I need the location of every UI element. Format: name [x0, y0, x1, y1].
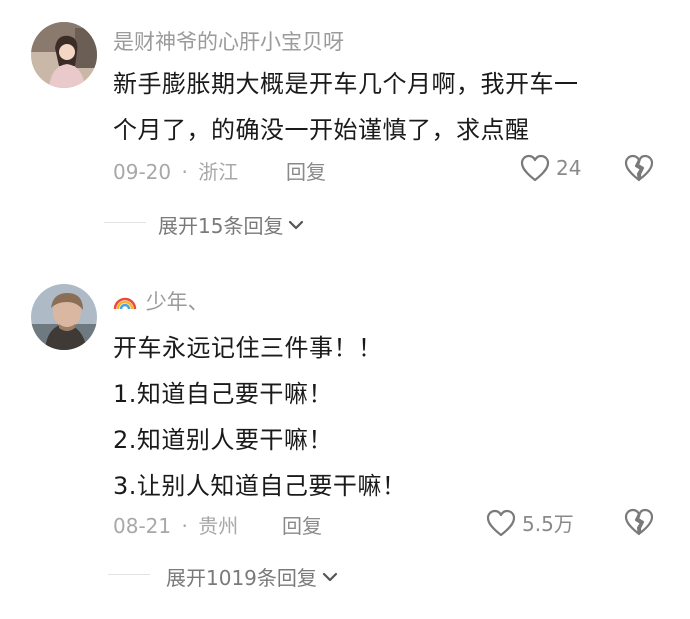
comment-date: 08-21 [113, 514, 172, 538]
expand-divider [104, 222, 146, 223]
comment-meta: 09-20 · 浙江 [113, 156, 238, 185]
heart-icon [486, 509, 516, 536]
chevron-down-icon [289, 220, 304, 229]
username-text: 少年、 [145, 290, 209, 314]
expand-replies-button[interactable]: 展开1019条回复 [166, 562, 339, 591]
meta-separator: · [181, 160, 188, 184]
comment-text-line: 新手膨胀期大概是开车几个月啊，我开车一 [113, 70, 579, 98]
like-count: 5.5万 [522, 512, 574, 536]
comment-text-line: 1.知道自己要干嘛！ [113, 380, 333, 408]
rainbow-icon [113, 290, 144, 314]
username[interactable]: 少年、 [113, 286, 209, 316]
comment-meta: 08-21 · 贵州 [113, 510, 238, 539]
comment-item: 少年、 开车永远记住三件事！！ 1.知道自己要干嘛！ 2.知道别人要干嘛！ 3.… [0, 260, 690, 619]
broken-heart-icon [624, 154, 654, 182]
comment-text-line: 3.让别人知道自己要干嘛！ [113, 472, 407, 500]
dislike-button[interactable] [624, 508, 654, 536]
expand-divider [108, 574, 150, 575]
avatar-photo-icon [31, 284, 97, 350]
meta-separator: · [181, 514, 188, 538]
reply-button[interactable]: 回复 [282, 510, 322, 539]
like-count: 24 [556, 156, 582, 180]
dislike-button[interactable] [624, 154, 654, 182]
comment-date: 09-20 [113, 160, 172, 184]
comment-text-line: 开车永远记住三件事！！ [113, 334, 383, 362]
like-button[interactable]: 24 [520, 154, 581, 182]
comment-item: 是财神爷的心肝小宝贝呀 新手膨胀期大概是开车几个月啊，我开车一 个月了，的确没一… [0, 0, 690, 260]
avatar[interactable] [31, 284, 97, 350]
comment-location: 贵州 [198, 514, 239, 538]
avatar[interactable] [31, 22, 97, 88]
heart-icon [520, 154, 550, 182]
expand-replies-label: 展开15条回复 [158, 214, 284, 238]
comment-text-line: 2.知道别人要干嘛！ [113, 426, 333, 454]
comment-text-line: 个月了，的确没一开始谨慎了，求点醒 [113, 116, 530, 144]
expand-replies-label: 展开1019条回复 [166, 566, 317, 590]
username[interactable]: 是财神爷的心肝小宝贝呀 [113, 26, 344, 56]
chevron-down-icon [322, 572, 338, 581]
avatar-photo-icon [31, 22, 97, 88]
expand-replies-button[interactable]: 展开15条回复 [158, 210, 305, 239]
like-button[interactable]: 5.5万 [486, 508, 574, 537]
broken-heart-icon [624, 508, 654, 536]
reply-button[interactable]: 回复 [286, 156, 326, 185]
comment-location: 浙江 [198, 160, 239, 184]
